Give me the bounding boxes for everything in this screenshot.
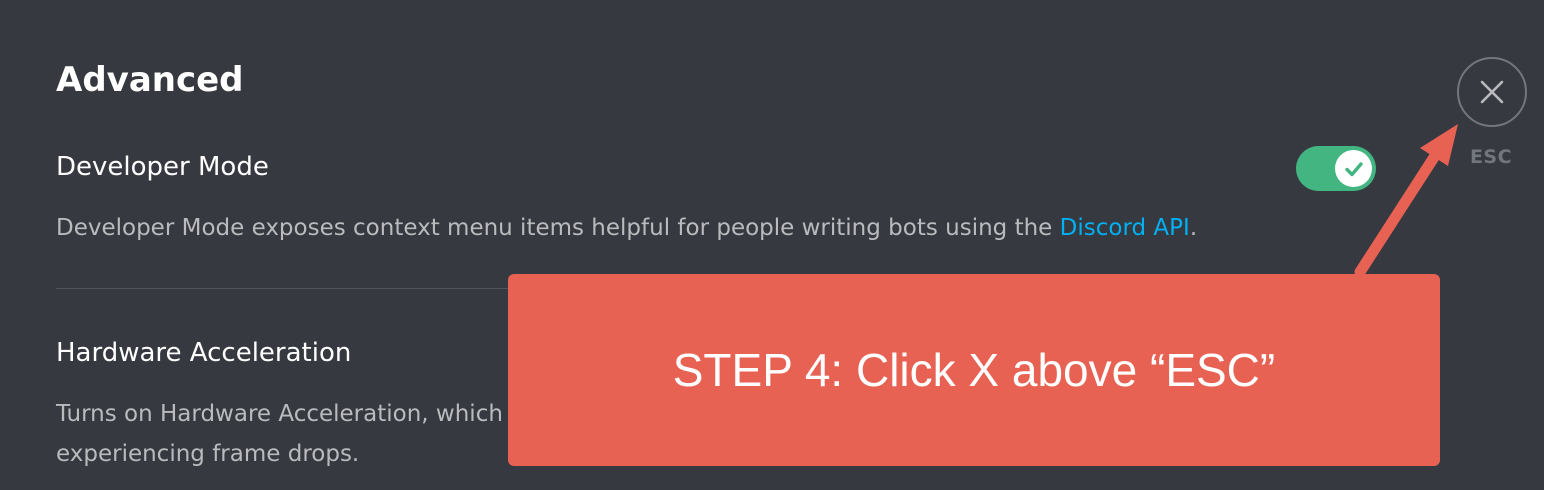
developer-mode-label: Developer Mode: [56, 152, 269, 182]
description-period: .: [1189, 215, 1198, 241]
discord-api-link[interactable]: Discord API: [1060, 215, 1190, 241]
hardware-acceleration-label: Hardware Acceleration: [56, 338, 352, 368]
close-button[interactable]: [1457, 57, 1527, 127]
callout-text: STEP 4: Click X above “ESC”: [672, 344, 1276, 396]
toggle-knob: [1335, 150, 1372, 187]
section-title: Advanced: [56, 60, 244, 100]
checkmark-icon: [1344, 161, 1363, 176]
developer-mode-description: Developer Mode exposes context menu item…: [56, 208, 1356, 248]
close-icon: [1480, 80, 1504, 104]
developer-mode-toggle[interactable]: [1296, 146, 1376, 191]
esc-label: ESC: [1469, 146, 1513, 168]
settings-page: Advanced Developer Mode Developer Mode e…: [0, 0, 1544, 490]
developer-mode-description-text: Developer Mode exposes context menu item…: [56, 215, 1060, 241]
step-callout: STEP 4: Click X above “ESC”: [508, 274, 1440, 466]
